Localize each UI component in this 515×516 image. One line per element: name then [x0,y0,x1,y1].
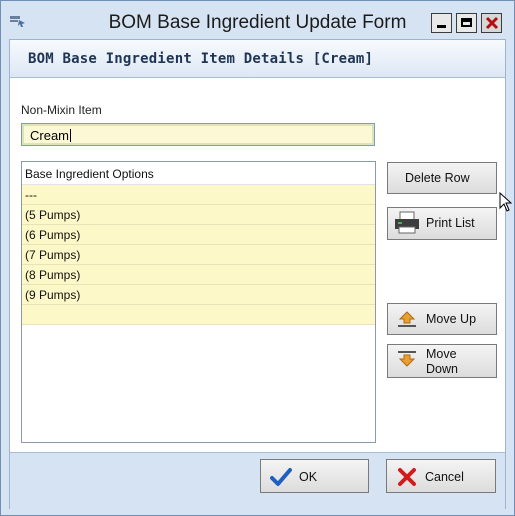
grid-new-row[interactable] [22,305,375,325]
checkmark-icon [270,467,292,490]
grid-column-header[interactable]: Base Ingredient Options [22,162,375,185]
move-up-button[interactable]: Move Up [387,303,497,335]
base-ingredient-options-grid[interactable]: Base Ingredient Options --- (5 Pumps) (6… [21,161,376,443]
grid-row[interactable]: (7 Pumps) [22,245,375,265]
move-down-label-line1: Move [426,347,457,361]
text-caret [70,129,72,142]
grid-row[interactable]: (5 Pumps) [22,205,375,225]
print-list-button[interactable]: Print List [387,207,497,240]
grid-row[interactable]: (8 Pumps) [22,265,375,285]
minimize-button[interactable] [431,13,452,33]
x-icon [397,467,417,490]
cancel-button[interactable]: Cancel [386,459,496,493]
non-mixin-item-value: Cream [30,128,70,143]
dialog-window: BOM Base Ingredient Update Form BOM Base… [0,0,515,516]
move-down-label: Move Down [426,347,458,377]
section-title: BOM Base Ingredient Item Details [Cream] [28,51,374,67]
printer-icon [394,211,420,238]
grid-row[interactable]: (9 Pumps) [22,285,375,305]
section-header: BOM Base Ingredient Item Details [Cream] [10,40,505,78]
arrow-up-icon [396,310,418,331]
grid-row[interactable]: --- [22,185,375,205]
close-button[interactable] [481,13,502,33]
form-body: BOM Base Ingredient Item Details [Cream]… [9,39,506,509]
maximize-button[interactable] [456,13,477,33]
cancel-label: Cancel [425,470,464,484]
print-list-label: Print List [426,216,475,230]
move-up-label: Move Up [426,312,477,326]
ok-button[interactable]: OK [260,459,369,493]
grid-row[interactable]: (6 Pumps) [22,225,375,245]
non-mixin-item-label: Non-Mixin Item [21,103,102,117]
move-down-button[interactable]: Move Down [387,344,497,378]
ok-label: OK [299,470,318,484]
move-down-label-line2: Down [426,362,458,376]
close-icon [485,16,499,30]
move-cursor-icon [499,191,515,219]
arrow-down-icon [396,350,418,371]
delete-row-label: Delete Row [405,171,470,185]
non-mixin-item-input[interactable]: Cream [21,123,375,146]
delete-row-button[interactable]: Delete Row [387,162,497,194]
title-bar[interactable]: BOM Base Ingredient Update Form [1,1,514,39]
